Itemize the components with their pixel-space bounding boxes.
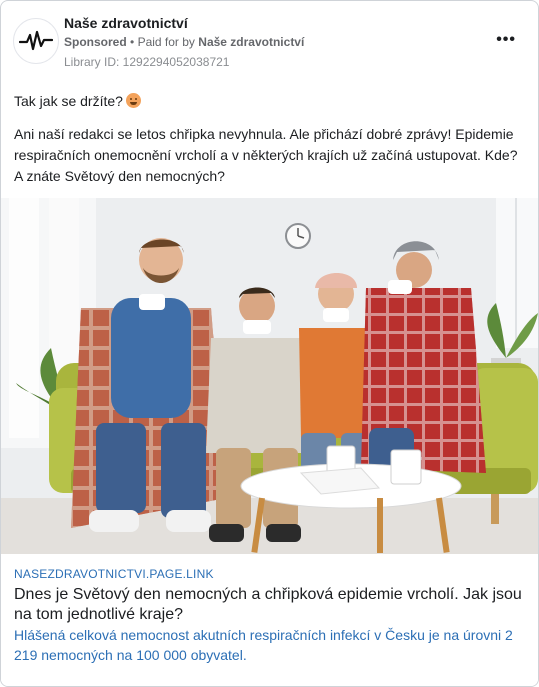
sponsored-line: Sponsored • Paid for by Naše zdravotnict… — [64, 35, 304, 49]
paid-for-name[interactable]: Naše zdravotnictví — [198, 35, 304, 49]
link-domain[interactable]: NASEZDRAVOTNICTVI.PAGE.LINK — [14, 567, 214, 581]
ad-image[interactable] — [1, 198, 538, 554]
ad-card: Naše zdravotnictví Sponsored • Paid for … — [0, 0, 539, 687]
more-options-icon[interactable]: ••• — [496, 31, 516, 49]
heartbeat-line-icon — [19, 30, 53, 51]
link-preview[interactable]: NASEZDRAVOTNICTVI.PAGE.LINK Dnes je Svět… — [1, 554, 538, 686]
link-description[interactable]: Hlášená celková nemocnost akutních respi… — [14, 625, 529, 665]
post-text: Tak jak se držíte? Ani naší redakci se l… — [14, 91, 529, 187]
sick-face-emoji-icon — [125, 93, 141, 108]
post-greeting: Tak jak se držíte? — [14, 93, 123, 109]
separator-dot: • — [130, 35, 135, 49]
link-title[interactable]: Dnes je Světový den nemocných a chřipkov… — [14, 585, 529, 625]
post-header: Naše zdravotnictví Sponsored • Paid for … — [13, 13, 526, 75]
paid-for-prefix: Paid for by — [137, 35, 195, 49]
page-name-link[interactable]: Naše zdravotnictví — [64, 15, 188, 31]
family-photo — [1, 198, 538, 554]
post-greeting-line: Tak jak se držíte? — [14, 91, 529, 112]
post-body: Ani naší redakci se letos chřipka nevyhn… — [14, 126, 518, 184]
page-avatar[interactable] — [13, 18, 59, 64]
sponsored-label: Sponsored — [64, 35, 127, 49]
library-id: Library ID: 1292294052038721 — [64, 55, 230, 69]
